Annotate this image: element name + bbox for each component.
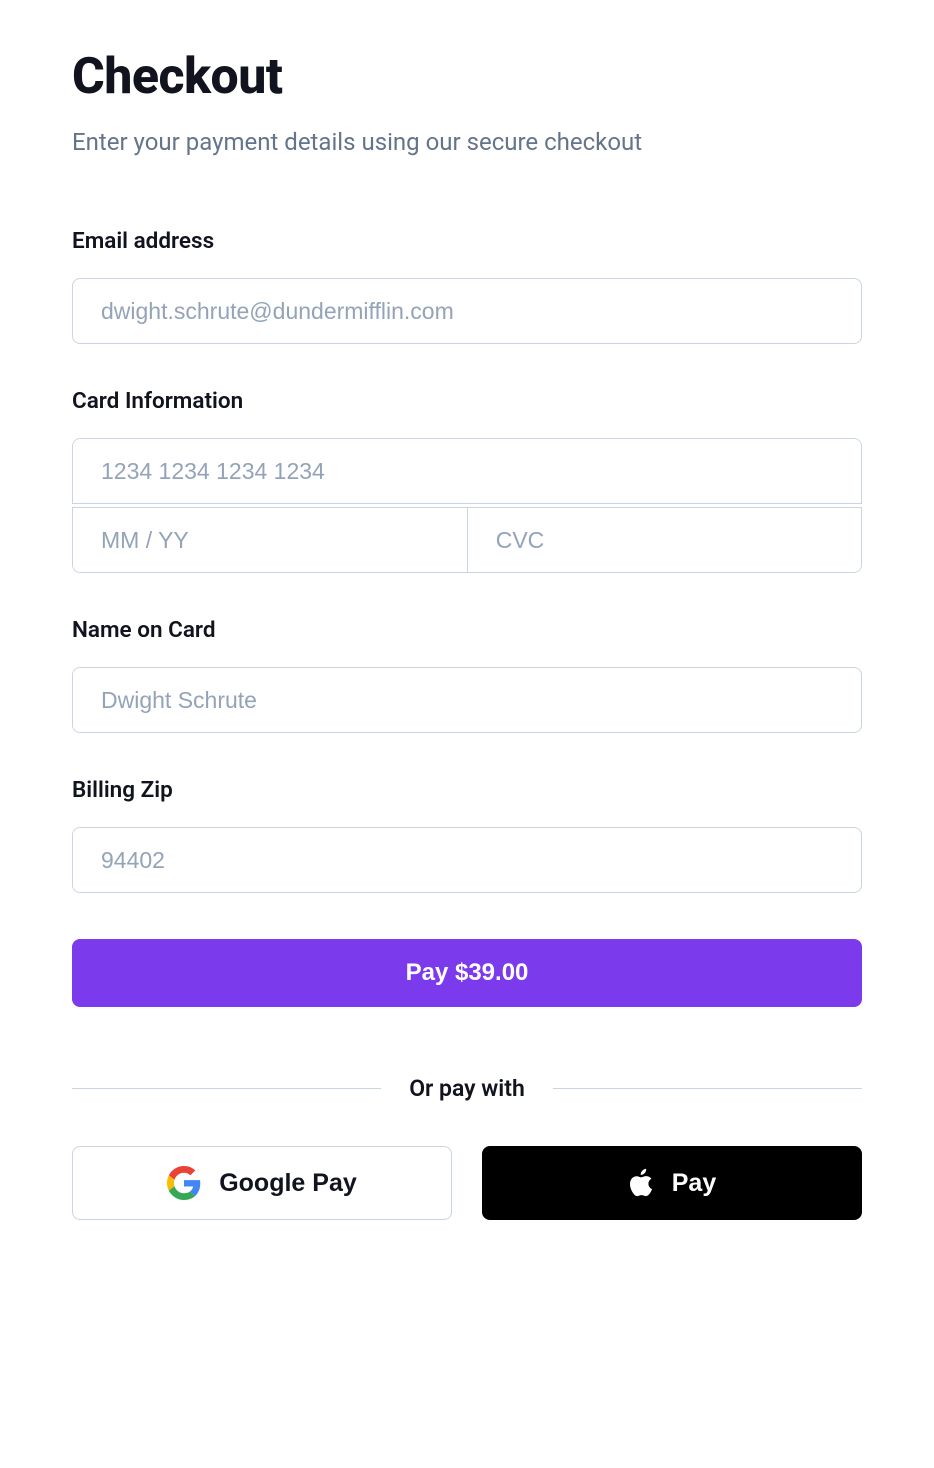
card-cvc-input[interactable]	[467, 507, 862, 573]
google-icon	[167, 1166, 201, 1200]
email-input[interactable]	[72, 278, 862, 344]
card-number-input[interactable]	[72, 438, 862, 504]
divider-text: Or pay with	[409, 1075, 525, 1102]
apple-pay-button[interactable]: Pay	[482, 1146, 862, 1220]
name-field-group: Name on Card	[72, 617, 862, 733]
apple-pay-label: Pay	[672, 1169, 716, 1198]
zip-label: Billing Zip	[72, 777, 862, 803]
zip-input[interactable]	[72, 827, 862, 893]
google-pay-button[interactable]: Google Pay	[72, 1146, 452, 1220]
name-input[interactable]	[72, 667, 862, 733]
page-subtitle: Enter your payment details using our sec…	[72, 128, 862, 156]
divider-line-left	[72, 1088, 381, 1089]
pay-button[interactable]: Pay $39.00	[72, 939, 862, 1007]
card-label: Card Information	[72, 388, 862, 414]
name-label: Name on Card	[72, 617, 862, 643]
alt-pay-divider: Or pay with	[72, 1075, 862, 1102]
page-title: Checkout	[72, 48, 862, 106]
zip-field-group: Billing Zip	[72, 777, 862, 893]
card-field-group: Card Information	[72, 388, 862, 573]
google-pay-label: Google Pay	[219, 1169, 357, 1198]
apple-icon	[628, 1168, 654, 1198]
card-expiry-input[interactable]	[72, 507, 467, 573]
divider-line-right	[553, 1088, 862, 1089]
email-label: Email address	[72, 228, 862, 254]
email-field-group: Email address	[72, 228, 862, 344]
